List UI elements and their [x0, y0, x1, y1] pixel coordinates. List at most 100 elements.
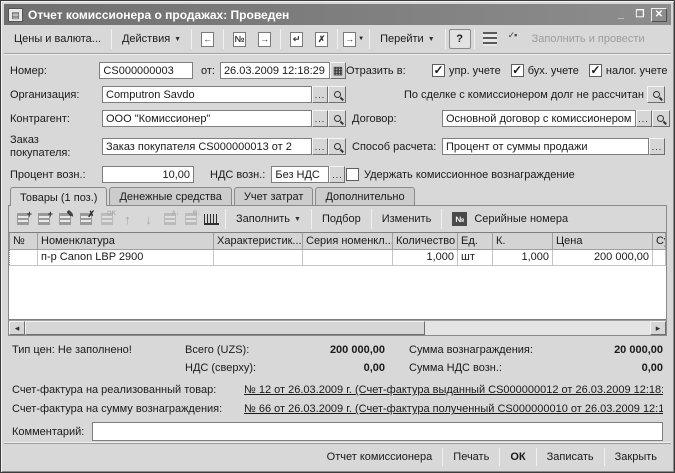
set-number-button[interactable]: № — [228, 28, 251, 50]
scroll-right-button[interactable]: ▸ — [650, 321, 666, 335]
minimize-button[interactable]: _ — [613, 8, 629, 22]
unit-cell[interactable]: шт — [458, 249, 493, 265]
column-header-nomenclature[interactable]: Номенклатура — [38, 233, 214, 249]
coef-cell[interactable]: 1,000 — [493, 249, 553, 265]
buyer-order-select-button[interactable]: ... — [312, 138, 328, 155]
scrollbar-thumb[interactable] — [25, 321, 425, 335]
column-header-price[interactable]: Цена — [553, 233, 653, 249]
chevron-down-icon: ▼ — [294, 216, 301, 223]
barcode-button[interactable] — [201, 209, 222, 229]
check-grid-icon: ✓▪ — [508, 32, 523, 46]
contract-field[interactable]: Основной договор с комиссионером — [442, 110, 636, 127]
column-header-quantity[interactable]: Количество — [393, 233, 458, 249]
title-bar[interactable]: ▤ Отчет комиссионера о продажах: Проведе… — [4, 4, 671, 25]
tab-costs[interactable]: Учет затрат — [234, 187, 314, 205]
move-up-button[interactable]: ↑ — [117, 209, 138, 229]
add-row-button[interactable]: + — [12, 209, 33, 229]
close-button[interactable]: ✕ — [651, 8, 667, 22]
organization-field[interactable]: Computron Savdo — [102, 86, 312, 103]
date-field[interactable]: 26.03.2009 12:18:29 — [220, 62, 330, 79]
close-button-footer[interactable]: Закрыть — [605, 448, 667, 466]
row-number-cell[interactable]: 1 — [10, 249, 38, 265]
column-header-characteristic[interactable]: Характеристик... — [214, 233, 303, 249]
sum-cell[interactable] — [653, 249, 666, 265]
counterparty-open-button[interactable] — [328, 110, 346, 127]
print-button[interactable]: Печать — [443, 448, 499, 466]
tab-money[interactable]: Денежные средства — [109, 187, 231, 205]
comment-input[interactable] — [92, 422, 663, 441]
add-copy-row-button[interactable]: + — [33, 209, 54, 229]
tax-accounting-checkbox[interactable] — [589, 64, 602, 77]
maximize-button[interactable]: ❐ — [632, 8, 648, 22]
end-edit-button[interactable]: OK — [96, 209, 117, 229]
column-header-unit[interactable]: Ед. — [458, 233, 493, 249]
buyer-order-field[interactable]: Заказ покупателя CS000000013 от 2 — [102, 138, 312, 155]
deal-status-open-button[interactable] — [647, 86, 665, 103]
calendar-button[interactable]: ▦ — [330, 62, 346, 79]
book-accounting-checkbox[interactable] — [511, 64, 524, 77]
column-header-series[interactable]: Серия номенкл... — [303, 233, 393, 249]
sort-asc-button[interactable]: A↓ — [159, 209, 180, 229]
buyer-order-open-button[interactable] — [328, 138, 346, 155]
arrow-up-icon: ↑ — [124, 212, 131, 227]
scroll-left-button[interactable]: ◂ — [9, 321, 25, 335]
help-button[interactable]: ? — [449, 29, 471, 49]
goto-button[interactable]: Перейти ▼ — [373, 30, 442, 48]
fee-percent-field[interactable]: 10,00 — [102, 166, 194, 183]
organization-select-button[interactable]: ... — [312, 86, 328, 103]
cancel-posting-button[interactable]: ✗ — [310, 28, 333, 50]
buyer-order-label: Заказ покупателя: — [10, 134, 102, 159]
toolbar-separator — [280, 29, 281, 49]
save-button[interactable]: Записать — [537, 448, 604, 466]
edit-row-button[interactable]: ✎ — [54, 209, 75, 229]
fee-vat-field[interactable]: Без НДС — [271, 166, 329, 183]
serial-numbers-button[interactable]: № Серийные номера — [445, 209, 575, 229]
structure-button[interactable] — [479, 28, 502, 50]
post-document-button[interactable]: ↵ — [285, 28, 308, 50]
series-cell[interactable] — [303, 249, 393, 265]
barcode-icon — [204, 214, 219, 225]
horizontal-scrollbar[interactable]: ◂ ▸ — [9, 320, 666, 335]
contract-open-button[interactable] — [652, 110, 670, 127]
sold-invoice-link[interactable]: № 12 от 26.03.2009 г. (Счет-фактура выда… — [244, 384, 663, 396]
sort-desc-button[interactable]: Я↓ — [180, 209, 201, 229]
prices-currency-button[interactable]: Цены и валюта... — [7, 30, 108, 48]
actions-button[interactable]: Действия ▼ — [115, 30, 188, 48]
price-cell[interactable]: 200 000,00 — [553, 249, 653, 265]
characteristic-cell[interactable] — [214, 249, 303, 265]
ok-button[interactable]: ОК — [500, 448, 535, 466]
organization-open-button[interactable] — [328, 86, 346, 103]
commissioner-report-button[interactable]: Отчет комиссионера — [317, 448, 443, 466]
contract-select-button[interactable]: ... — [636, 110, 652, 127]
copy-document-button[interactable]: → — [253, 28, 276, 50]
actions-label: Действия — [122, 33, 170, 45]
fill-button[interactable]: Заполнить ▼ — [229, 210, 308, 228]
column-header-sum[interactable]: Сум — [653, 233, 666, 249]
column-header-coef[interactable]: К. — [493, 233, 553, 249]
tab-additional[interactable]: Дополнительно — [315, 187, 414, 205]
nomenclature-cell[interactable]: п-р Canon LBP 2900 — [38, 249, 214, 265]
fill-check-button[interactable]: ✓▪ — [504, 28, 527, 50]
calc-method-select-button[interactable]: ... — [649, 138, 665, 155]
counterparty-select-button[interactable]: ... — [312, 110, 328, 127]
move-down-button[interactable]: ↓ — [138, 209, 159, 229]
column-header-num[interactable]: № — [10, 233, 38, 249]
output-button[interactable]: → ▼ — [342, 28, 365, 50]
quantity-cell[interactable]: 1,000 — [393, 249, 458, 265]
management-accounting-checkbox[interactable] — [432, 64, 445, 77]
calc-method-field[interactable]: Процент от суммы продажи — [442, 138, 649, 155]
withhold-fee-label: Удержать комиссионное вознаграждение — [364, 169, 575, 181]
delete-row-button[interactable]: ✗ — [75, 209, 96, 229]
selection-button[interactable]: Подбор — [315, 210, 368, 228]
withhold-fee-checkbox[interactable] — [346, 168, 359, 181]
change-button[interactable]: Изменить — [375, 210, 439, 228]
fee-vat-select-button[interactable]: ... — [329, 166, 345, 183]
number-field[interactable]: CS000000003 — [99, 62, 193, 79]
tab-goods[interactable]: Товары (1 поз.) — [10, 187, 107, 206]
fee-invoice-link[interactable]: № 66 от 26.03.2009 г. (Счет-фактура полу… — [244, 403, 663, 415]
counterparty-field[interactable]: ООО "Комиссионер" — [102, 110, 312, 127]
scrollbar-track[interactable] — [25, 321, 650, 335]
reread-button[interactable]: ← — [196, 28, 219, 50]
table-row[interactable]: 1 п-р Canon LBP 2900 1,000 шт 1,000 200 … — [10, 249, 666, 265]
number-label: Номер: — [10, 65, 99, 77]
